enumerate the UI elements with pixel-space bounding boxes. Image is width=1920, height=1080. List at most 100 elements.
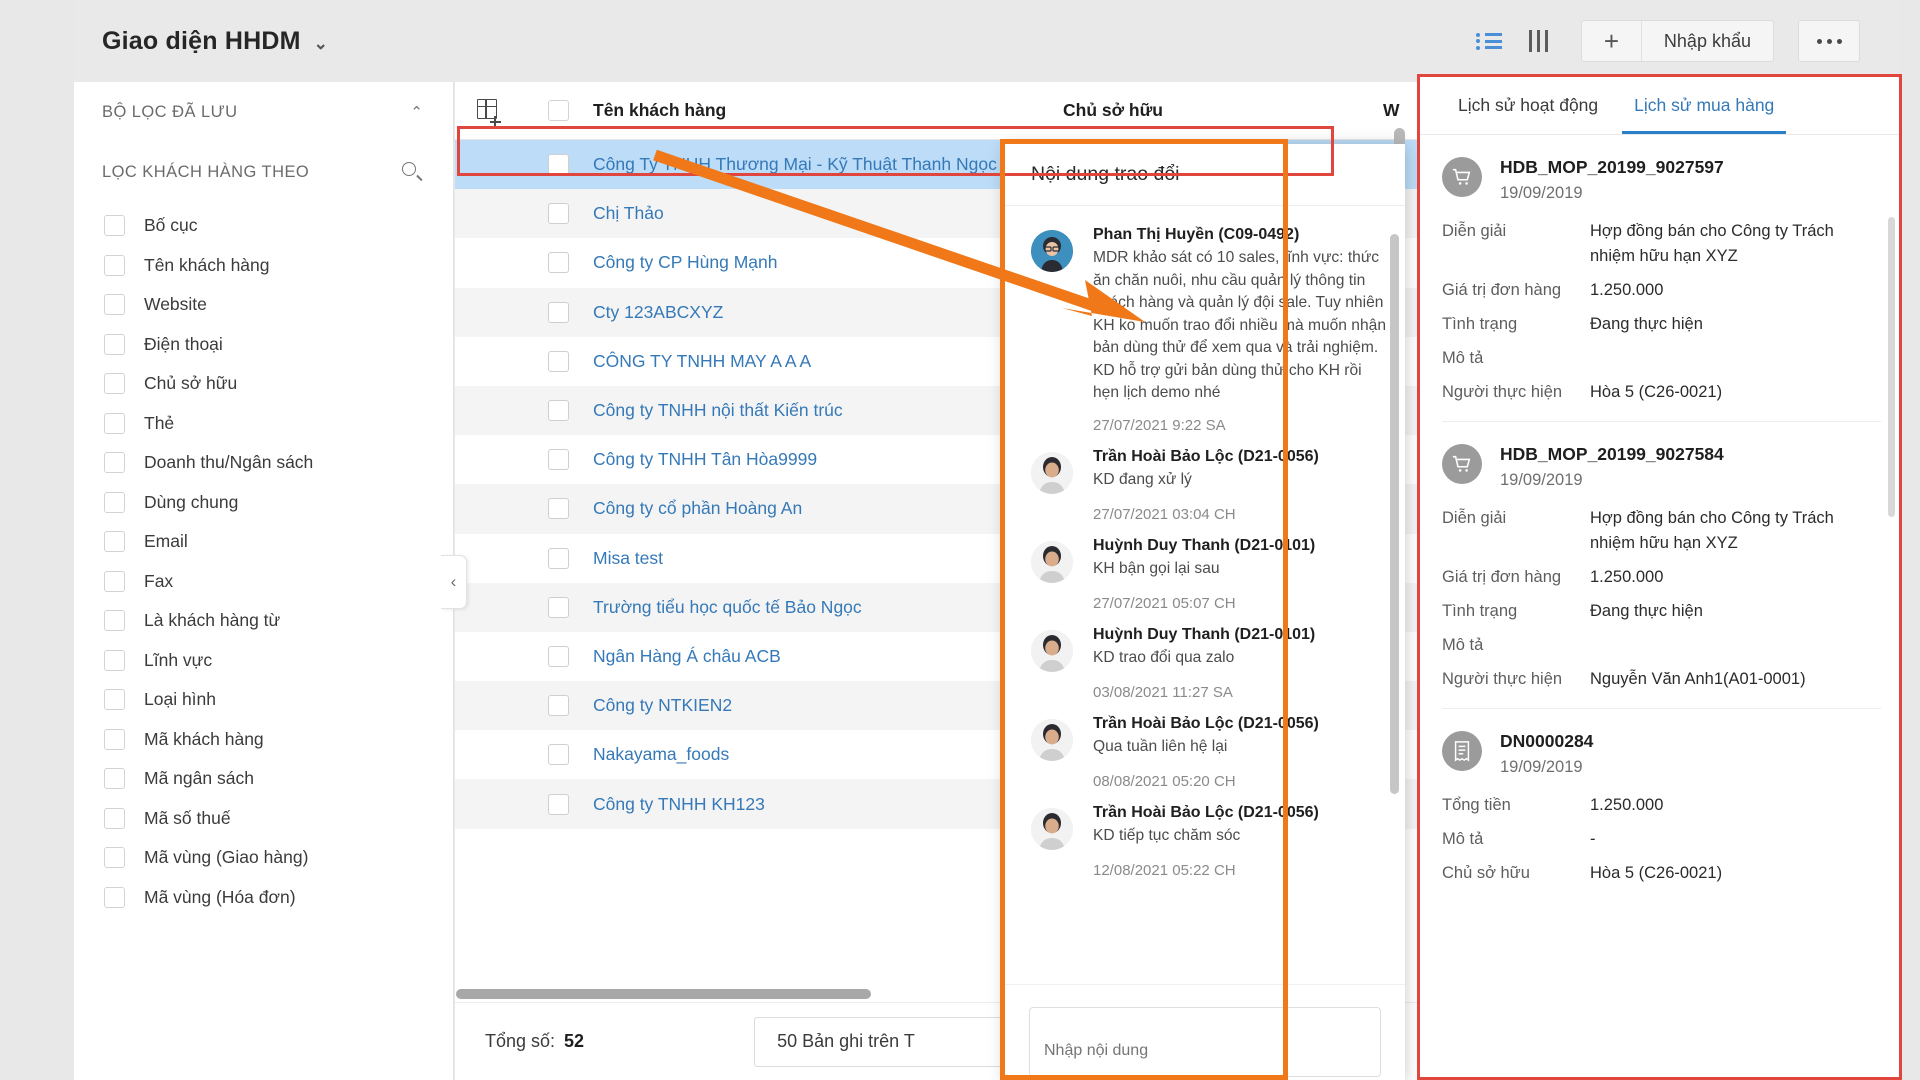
cell-customer-name[interactable]: Cty 123ABCXYZ: [593, 302, 1063, 323]
row-checkbox[interactable]: [523, 646, 593, 667]
filter-item[interactable]: Chủ sở hữu: [74, 364, 453, 404]
detail-field-key: Tình trạng: [1442, 599, 1590, 624]
filter-item[interactable]: Điện thoại: [74, 325, 453, 365]
cell-customer-name[interactable]: Trường tiểu học quốc tế Bảo Ngọc: [593, 597, 1063, 618]
filter-checkbox[interactable]: [104, 571, 125, 592]
detail-tab[interactable]: Lịch sử hoạt động: [1440, 77, 1616, 134]
filter-item[interactable]: Bố cục: [74, 206, 453, 246]
row-checkbox[interactable]: [523, 695, 593, 716]
row-checkbox[interactable]: [523, 744, 593, 765]
chevron-down-icon[interactable]: ⌄: [314, 34, 328, 54]
filter-checkbox[interactable]: [104, 847, 125, 868]
filter-checkbox[interactable]: [104, 531, 125, 552]
top-toolbar: Giao diện HHDM⌄ + Nhập khẩu: [74, 0, 1900, 82]
filter-item[interactable]: Doanh thu/Ngân sách: [74, 443, 453, 483]
comment-item: Huỳnh Duy Thanh (D21-0101)KH bận gọi lại…: [1031, 537, 1387, 612]
cell-customer-name[interactable]: Công ty TNHH nội thất Kiến trúc: [593, 400, 1063, 421]
sidebar-collapse-button[interactable]: ‹: [441, 555, 467, 609]
row-checkbox[interactable]: [523, 597, 593, 618]
filter-item[interactable]: Mã vùng (Giao hàng): [74, 838, 453, 878]
filter-checkbox[interactable]: [104, 610, 125, 631]
filter-checkbox[interactable]: [104, 689, 125, 710]
list-view-icon[interactable]: [1467, 19, 1511, 63]
filter-item-label: Dùng chung: [144, 492, 238, 513]
column-view-icon[interactable]: [1511, 19, 1555, 63]
page-size-select[interactable]: 50 Bản ghi trên T: [754, 1017, 1024, 1067]
purchase-history-entry[interactable]: HDB_MOP_20199_902758419/09/2019Diễn giải…: [1442, 421, 1881, 692]
filter-checkbox[interactable]: [104, 215, 125, 236]
cell-customer-name[interactable]: CÔNG TY TNHH MAY A A A: [593, 351, 1063, 372]
filter-item[interactable]: Mã ngân sách: [74, 759, 453, 799]
filter-list: Bố cụcTên khách hàngWebsiteĐiện thoạiChủ…: [74, 206, 453, 917]
saved-filters-section[interactable]: BỘ LỌC ĐÃ LƯU ⌃: [74, 82, 453, 142]
row-checkbox[interactable]: [523, 154, 593, 175]
detail-field-value: -: [1590, 827, 1881, 852]
row-checkbox[interactable]: [523, 548, 593, 569]
detail-field-value: Nguyễn Văn Anh1(A01-0001): [1590, 667, 1881, 692]
cell-customer-name[interactable]: Công ty CP Hùng Mạnh: [593, 252, 1063, 273]
row-checkbox[interactable]: [523, 498, 593, 519]
row-checkbox[interactable]: [523, 449, 593, 470]
purchase-history-entry[interactable]: HDB_MOP_20199_902759719/09/2019Diễn giải…: [1442, 135, 1881, 405]
row-checkbox[interactable]: [523, 400, 593, 421]
filter-checkbox[interactable]: [104, 255, 125, 276]
filter-item[interactable]: Loại hình: [74, 680, 453, 720]
cell-customer-name[interactable]: Nakayama_foods: [593, 744, 1063, 765]
cell-customer-name[interactable]: Công ty NTKIEN2: [593, 695, 1063, 716]
column-header-owner[interactable]: Chủ sở hữu: [1063, 100, 1383, 121]
chevron-up-icon[interactable]: ⌃: [410, 103, 423, 121]
filter-item[interactable]: Email: [74, 522, 453, 562]
filter-item[interactable]: Thẻ: [74, 404, 453, 444]
row-checkbox[interactable]: [523, 252, 593, 273]
cell-customer-name[interactable]: Ngân Hàng Á châu ACB: [593, 646, 1063, 667]
filter-checkbox[interactable]: [104, 452, 125, 473]
column-header-name[interactable]: Tên khách hàng: [593, 100, 1063, 121]
add-column-icon[interactable]: [455, 99, 523, 123]
filter-item[interactable]: Fax: [74, 562, 453, 602]
cell-customer-name[interactable]: Misa test: [593, 548, 1063, 569]
filter-item[interactable]: Là khách hàng từ: [74, 601, 453, 641]
cell-customer-name[interactable]: Công Ty TNHH Thương Mại - Kỹ Thuật Thanh…: [593, 154, 1063, 175]
filter-item[interactable]: Tên khách hàng: [74, 246, 453, 286]
filter-checkbox[interactable]: [104, 413, 125, 434]
row-checkbox[interactable]: [523, 203, 593, 224]
cell-customer-name[interactable]: Công ty cổ phần Hoàng An: [593, 498, 1063, 519]
filter-checkbox[interactable]: [104, 373, 125, 394]
detail-tab[interactable]: Lịch sử mua hàng: [1616, 77, 1792, 134]
filter-checkbox[interactable]: [104, 650, 125, 671]
select-all-checkbox[interactable]: [523, 100, 593, 121]
import-button[interactable]: Nhập khẩu: [1642, 21, 1773, 61]
filter-item[interactable]: Lĩnh vực: [74, 641, 453, 681]
filter-item-label: Fax: [144, 571, 173, 592]
filter-item[interactable]: Mã khách hàng: [74, 720, 453, 760]
detail-field-value: Hợp đồng bán cho Công ty Trách nhiệm hữu…: [1590, 219, 1881, 269]
cell-customer-name[interactable]: Công ty TNHH KH123: [593, 794, 1063, 815]
row-checkbox[interactable]: [523, 302, 593, 323]
comment-list[interactable]: Phan Thị Huyền (C09-0492)MDR khảo sát có…: [1005, 206, 1405, 1044]
comment-input[interactable]: [1029, 1007, 1381, 1077]
filter-checkbox[interactable]: [104, 492, 125, 513]
filter-checkbox[interactable]: [104, 294, 125, 315]
filter-item[interactable]: Dùng chung: [74, 483, 453, 523]
filter-checkbox[interactable]: [104, 729, 125, 750]
purchase-history-entry[interactable]: DN000028419/09/2019Tổng tiền1.250.000Mô …: [1442, 708, 1881, 886]
search-icon[interactable]: [401, 161, 423, 183]
filter-checkbox[interactable]: [104, 334, 125, 355]
more-options-button[interactable]: [1798, 20, 1860, 62]
detail-scrollbar[interactable]: [1888, 217, 1895, 517]
filter-checkbox[interactable]: [104, 887, 125, 908]
popup-scrollbar[interactable]: [1390, 234, 1399, 794]
filter-checkbox[interactable]: [104, 768, 125, 789]
filter-item-label: Mã vùng (Hóa đơn): [144, 887, 296, 908]
filter-checkbox[interactable]: [104, 808, 125, 829]
row-checkbox[interactable]: [523, 351, 593, 372]
filter-item[interactable]: Mã vùng (Hóa đơn): [74, 878, 453, 918]
cell-customer-name[interactable]: Công ty TNHH Tân Hòa9999: [593, 449, 1063, 470]
cell-customer-name[interactable]: Chị Thảo: [593, 203, 1063, 224]
filter-item[interactable]: Mã số thuế: [74, 799, 453, 839]
filter-item[interactable]: Website: [74, 285, 453, 325]
add-button[interactable]: +: [1582, 21, 1642, 61]
page-title[interactable]: Giao diện HHDM⌄: [102, 27, 328, 56]
row-checkbox[interactable]: [523, 794, 593, 815]
exchange-content-popup: Nội dung trao đổi Phan Thị Huyền (C09-04…: [1005, 144, 1405, 1080]
